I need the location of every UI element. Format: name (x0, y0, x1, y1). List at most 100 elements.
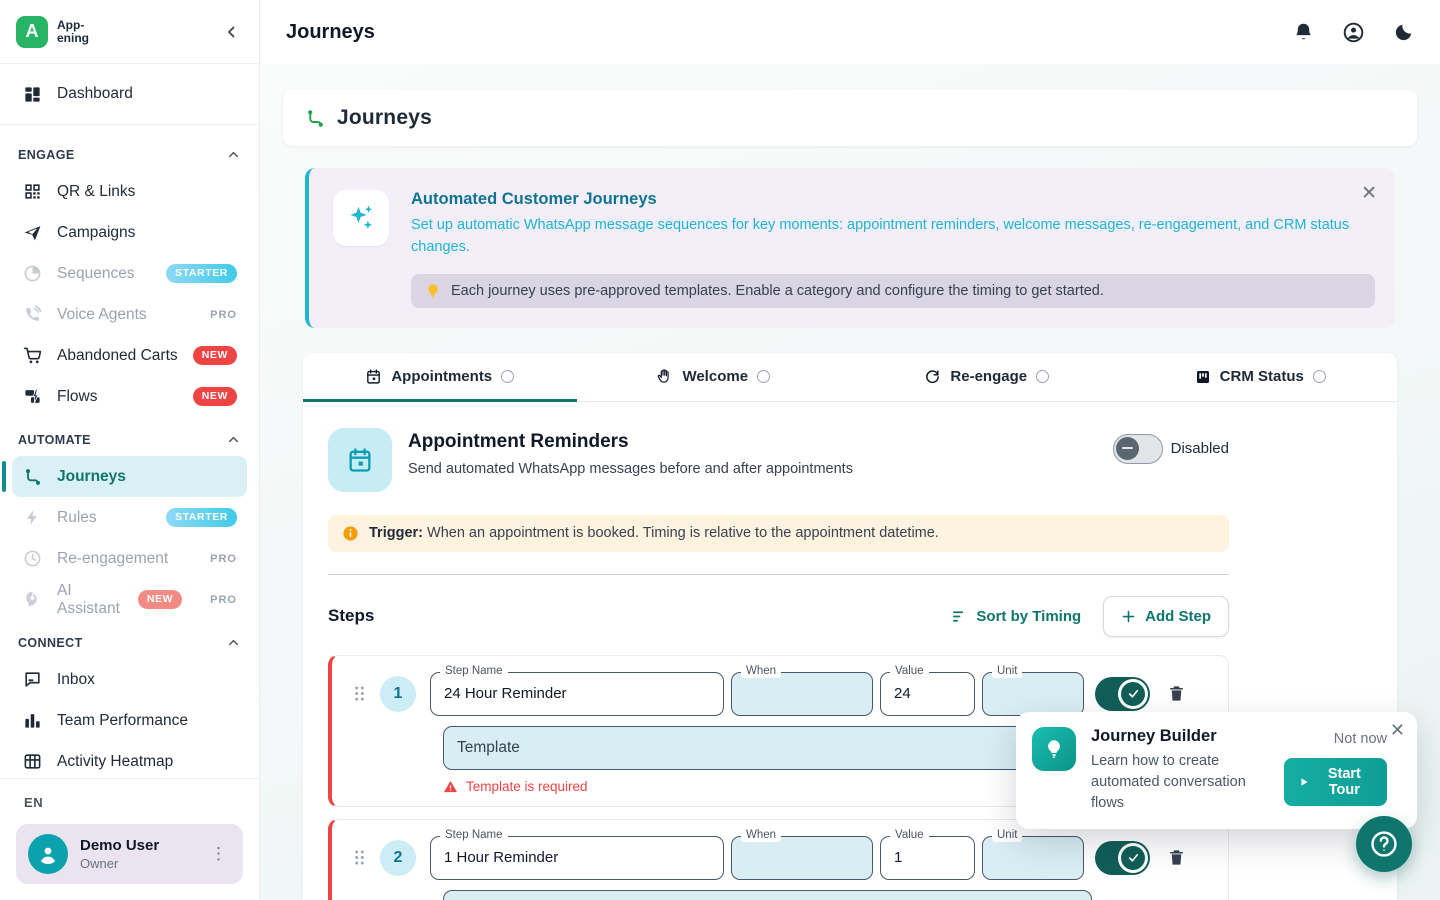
app-logo-icon (16, 16, 48, 48)
sidebar-item-team-performance[interactable]: Team Performance (12, 700, 247, 741)
sidebar-item-journeys[interactable]: Journeys (12, 456, 247, 497)
banner-close-button[interactable]: ✕ (1361, 184, 1377, 203)
phone-icon (22, 304, 43, 325)
chat-icon (22, 669, 43, 690)
sidebar-item-inbox[interactable]: Inbox (12, 659, 247, 700)
start-tour-button[interactable]: Start Tour (1284, 758, 1387, 806)
chevron-up-icon (226, 147, 241, 162)
popup-close-button[interactable]: ✕ (1390, 721, 1405, 739)
drag-handle-icon[interactable] (353, 848, 366, 867)
sidebar-header: App- ening (0, 0, 259, 64)
sort-icon (951, 608, 968, 625)
pro-tag: PRO (210, 309, 237, 321)
bar-chart-icon (22, 710, 43, 731)
not-now-button[interactable]: Not now (1334, 727, 1387, 751)
calendar-badge-icon (328, 428, 392, 492)
calendar-icon (365, 368, 382, 385)
tab-bar: Appointments Welcome Re-engage (303, 353, 1397, 402)
journey-builder-popup: Journey Builder Learn how to create auto… (1016, 712, 1417, 829)
step-name-input[interactable] (430, 836, 724, 880)
tab-re-engage[interactable]: Re-engage (850, 353, 1124, 401)
when-select[interactable] (731, 836, 873, 880)
add-step-button[interactable]: Add Step (1103, 596, 1229, 637)
user-avatar (28, 834, 68, 874)
sidebar-item-sequences[interactable]: Sequences STARTER (12, 253, 247, 294)
plus-icon (1121, 609, 1136, 624)
bulb-icon (425, 283, 441, 299)
account-button[interactable] (1342, 21, 1365, 44)
category-title: Appointment Reminders (408, 431, 853, 453)
when-select[interactable] (731, 672, 873, 716)
sidebar-item-dashboard[interactable]: Dashboard (12, 71, 247, 117)
sidebar: App- ening Dashboard ENGAGE (0, 0, 260, 900)
sidebar-item-rules[interactable]: Rules STARTER (12, 497, 247, 538)
user-card[interactable]: Demo User Owner ⋮ (16, 824, 243, 884)
sidebar-item-ai-assistant[interactable]: AI Assistant NEW PRO (12, 579, 247, 620)
top-header: Journeys (260, 0, 1440, 64)
sparkles-icon (333, 190, 389, 246)
step-enabled-toggle[interactable] (1095, 677, 1150, 711)
template-select[interactable]: Template (443, 726, 1092, 770)
tab-crm-status[interactable]: CRM Status (1124, 353, 1398, 401)
steps-heading: Steps (328, 606, 374, 626)
drag-handle-icon[interactable] (353, 684, 366, 703)
section-header-connect[interactable]: CONNECT (12, 620, 247, 659)
tab-welcome[interactable]: Welcome (577, 353, 851, 401)
divider (0, 124, 259, 125)
sort-by-timing-button[interactable]: Sort by Timing (951, 608, 1081, 625)
steps-header: Steps Sort by Timing Add Step (328, 596, 1229, 637)
warning-icon (443, 779, 458, 794)
wave-hand-icon (656, 368, 673, 385)
category-enable-toggle[interactable] (1113, 434, 1163, 464)
user-circle-icon (1342, 21, 1365, 44)
bell-icon (1293, 22, 1314, 43)
value-input[interactable] (880, 836, 975, 880)
section-header-automate[interactable]: AUTOMATE (12, 417, 247, 456)
sidebar-item-label: Rules (57, 509, 97, 527)
section-header-engage[interactable]: ENGAGE (12, 132, 247, 171)
step-enabled-toggle[interactable] (1095, 841, 1150, 875)
sidebar-item-campaigns[interactable]: Campaigns (12, 212, 247, 253)
sidebar-item-voice-agents[interactable]: Voice Agents PRO (12, 294, 247, 335)
sidebar-item-activity-heatmap[interactable]: Activity Heatmap (12, 741, 247, 778)
sidebar-item-label: Dashboard (57, 85, 133, 103)
sidebar-item-label: QR & Links (57, 183, 135, 201)
template-select[interactable]: Template (443, 890, 1092, 900)
sidebar-item-label: Inbox (57, 671, 95, 689)
sidebar-item-label: Team Performance (57, 712, 188, 730)
info-banner: Automated Customer Journeys Set up autom… (305, 168, 1395, 328)
delete-step-button[interactable] (1167, 684, 1186, 703)
tab-appointments[interactable]: Appointments (303, 353, 577, 401)
new-badge: NEW (193, 387, 237, 406)
sidebar-item-qr-links[interactable]: QR & Links (12, 171, 247, 212)
page-title-card: Journeys (283, 90, 1417, 146)
sidebar-nav: Dashboard ENGAGE QR & Links Campaigns (0, 64, 259, 778)
user-menu-button[interactable]: ⋮ (206, 842, 231, 866)
sidebar-item-re-engagement[interactable]: Re-engagement PRO (12, 538, 247, 579)
step-name-input[interactable] (430, 672, 724, 716)
user-role: Owner (80, 856, 159, 871)
value-input[interactable] (880, 672, 975, 716)
delete-step-button[interactable] (1167, 848, 1186, 867)
send-icon (22, 222, 43, 243)
refresh-icon (924, 368, 941, 385)
sidebar-collapse-button[interactable] (223, 23, 241, 41)
bulb-icon (1032, 727, 1076, 771)
play-icon (1299, 776, 1309, 788)
category-status-label: Disabled (1171, 440, 1229, 457)
sidebar-item-flows[interactable]: Flows NEW (12, 376, 247, 417)
pro-tag: PRO (210, 553, 237, 565)
toggle-knob-minus (1116, 437, 1139, 460)
sidebar-item-label: Flows (57, 388, 97, 406)
sidebar-item-abandoned-carts[interactable]: Abandoned Carts NEW (12, 335, 247, 376)
user-name: Demo User (80, 837, 159, 854)
unit-select[interactable] (982, 836, 1084, 880)
app-logo[interactable]: App- ening (16, 16, 89, 48)
language-selector[interactable]: EN (16, 791, 243, 824)
chevron-up-icon (226, 635, 241, 650)
notifications-button[interactable] (1293, 22, 1314, 43)
dark-mode-toggle[interactable] (1393, 22, 1414, 43)
unit-select[interactable] (982, 672, 1084, 716)
step-number-badge: 2 (380, 840, 416, 876)
help-button[interactable] (1356, 816, 1412, 872)
